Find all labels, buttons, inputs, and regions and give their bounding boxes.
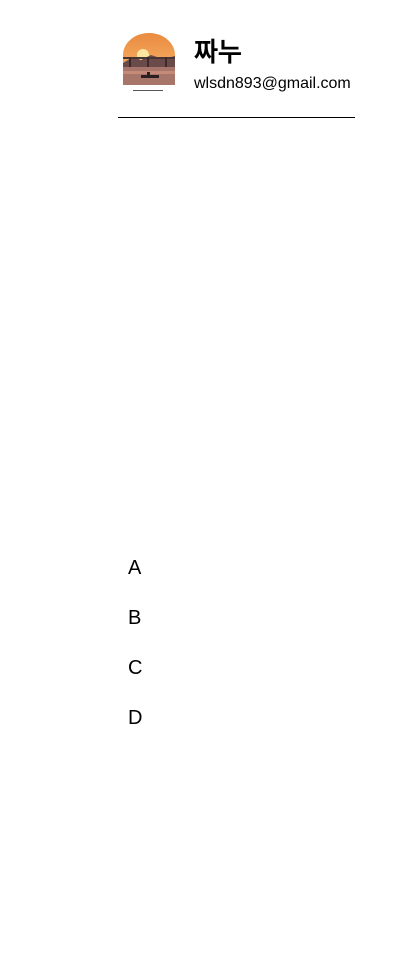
menu-item-b[interactable]: B <box>128 605 142 655</box>
menu-item-a[interactable]: A <box>128 555 142 605</box>
profile-email: wlsdn893@gmail.com <box>194 75 351 92</box>
avatar-image <box>123 33 175 91</box>
menu-list: A B C D <box>128 555 142 755</box>
avatar[interactable] <box>123 33 175 95</box>
profile-header: 짜누 wlsdn893@gmail.com <box>118 30 355 118</box>
profile-name: 짜누 <box>194 37 242 67</box>
menu-item-d[interactable]: D <box>128 705 142 755</box>
menu-item-c[interactable]: C <box>128 655 142 705</box>
